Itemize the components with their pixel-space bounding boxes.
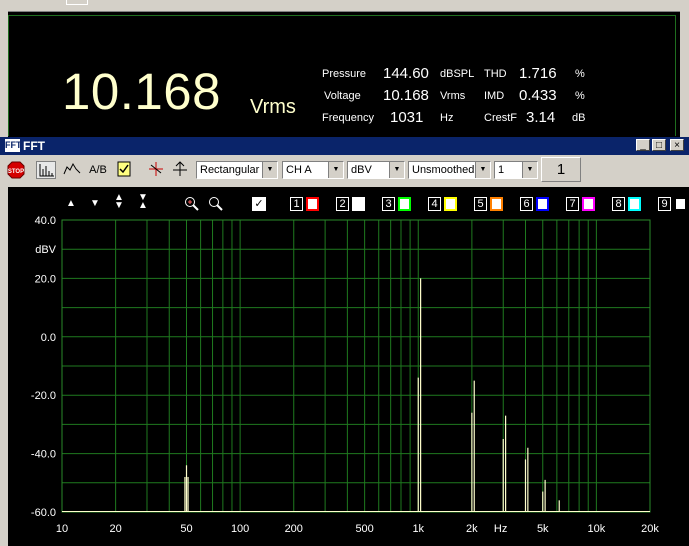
y-tick-label: 40.0 — [35, 215, 56, 227]
x-tick-label: 50 — [180, 523, 192, 535]
y-tick-label: -20.0 — [31, 390, 56, 402]
fft-plot: 40.0 20.0 0.0 -20.0 -40.0 -60.0 dBV 10 20 50 100 20… — [31, 215, 659, 535]
x-tick-label: 10k — [588, 523, 606, 535]
x-tick-label: 20k — [641, 523, 659, 535]
x-tick-label: 1k — [412, 523, 424, 535]
x-axis-label: Hz — [494, 523, 507, 535]
x-tick-label: 5k — [537, 523, 549, 535]
y-tick-label: 0.0 — [41, 332, 56, 344]
x-tick-label: 500 — [355, 523, 373, 535]
y-axis-label: dBV — [35, 244, 56, 256]
x-tick-label: 200 — [285, 523, 303, 535]
x-tick-label: 10 — [56, 523, 68, 535]
x-tick-label: 100 — [231, 523, 249, 535]
y-tick-label: -40.0 — [31, 449, 56, 461]
x-tick-label: 20 — [109, 523, 121, 535]
x-tick-label: 2k — [466, 523, 478, 535]
y-tick-label: -60.0 — [31, 507, 56, 519]
y-tick-label: 20.0 — [35, 273, 56, 285]
